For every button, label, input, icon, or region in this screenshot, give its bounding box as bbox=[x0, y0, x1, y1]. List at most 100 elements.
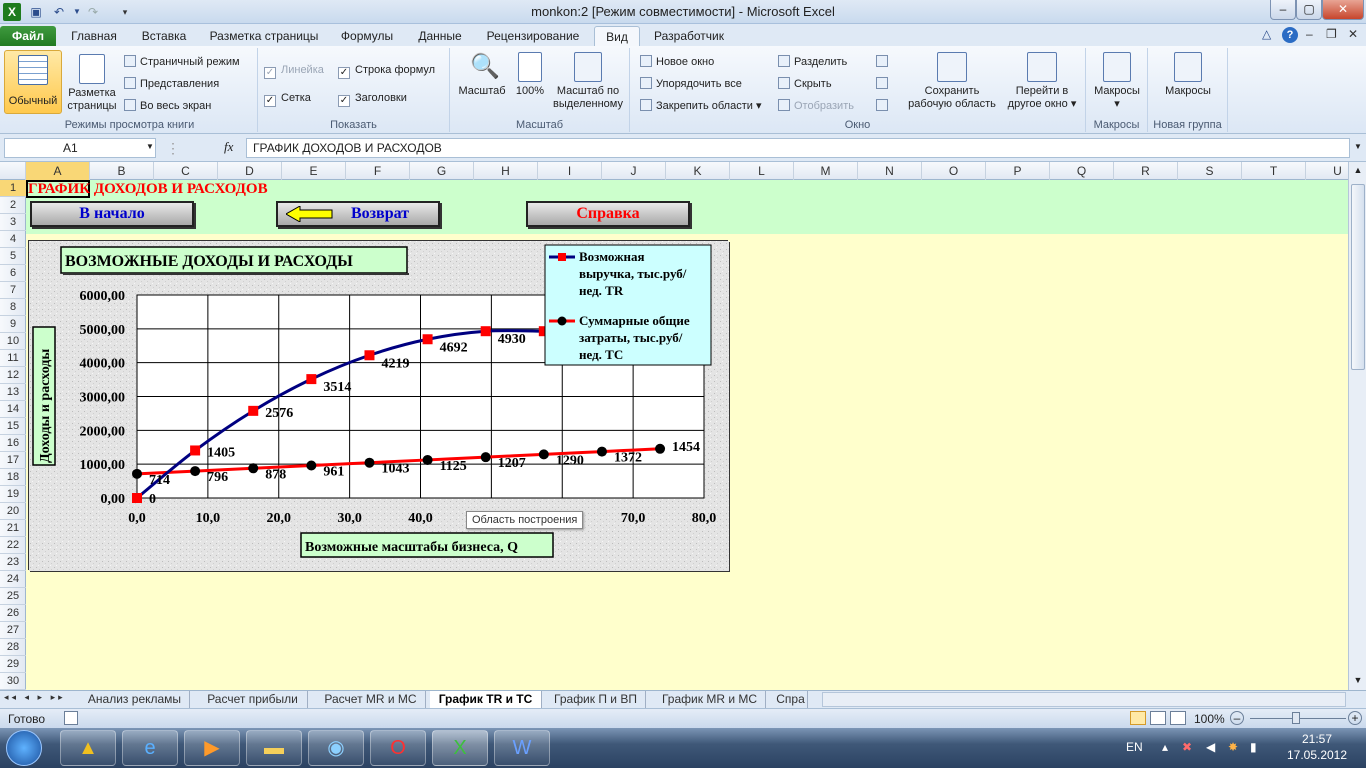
row-header-22[interactable]: 22 bbox=[0, 537, 26, 554]
column-header-G[interactable]: G bbox=[410, 162, 474, 180]
sheet-tab-active[interactable]: График TR и TC bbox=[430, 691, 542, 708]
power-icon[interactable]: ▮ bbox=[1250, 740, 1257, 754]
new-window-button[interactable]: Новое окно bbox=[640, 54, 714, 70]
unhide-button[interactable]: Отобразить bbox=[778, 98, 854, 114]
reset-position-icon[interactable] bbox=[876, 98, 888, 114]
row-header-16[interactable]: 16 bbox=[0, 435, 26, 452]
sync-scroll-icon[interactable] bbox=[876, 76, 888, 92]
tr-point[interactable] bbox=[480, 326, 491, 337]
sheet-tab[interactable]: Расчет прибыли bbox=[198, 691, 308, 708]
tab-page-layout[interactable]: Разметка страницы bbox=[203, 26, 325, 46]
row-header-23[interactable]: 23 bbox=[0, 554, 26, 571]
column-header-L[interactable]: L bbox=[730, 162, 794, 180]
column-header-M[interactable]: M bbox=[794, 162, 858, 180]
row-header-29[interactable]: 29 bbox=[0, 656, 26, 673]
switch-windows-button[interactable]: Перейти в другое окно ▾ bbox=[1002, 52, 1082, 111]
row-header-21[interactable]: 21 bbox=[0, 520, 26, 537]
row-header-8[interactable]: 8 bbox=[0, 299, 26, 316]
tr-point[interactable] bbox=[132, 493, 142, 503]
tc-point[interactable] bbox=[132, 468, 142, 479]
maximize-button[interactable]: ▢ bbox=[1296, 0, 1322, 20]
macro-record-icon[interactable] bbox=[64, 711, 78, 725]
row-header-26[interactable]: 26 bbox=[0, 605, 26, 622]
opera-icon[interactable]: O bbox=[370, 730, 426, 766]
network-icon[interactable]: ✖ bbox=[1182, 740, 1192, 754]
chart-svg[interactable]: 714 796 878 961 1043 1125 1207 1290 1372 1454 0 140… bbox=[29, 241, 729, 571]
avast-icon[interactable]: ▲ bbox=[60, 730, 116, 766]
tab-insert[interactable]: Вставка bbox=[134, 26, 194, 46]
start-button[interactable] bbox=[6, 730, 42, 766]
row-header-17[interactable]: 17 bbox=[0, 452, 26, 469]
fullscreen-button[interactable]: Во весь экран bbox=[124, 98, 211, 114]
scroll-up-icon[interactable]: ▲ bbox=[1350, 162, 1366, 178]
side-by-side-icon[interactable] bbox=[876, 54, 888, 70]
column-header-S[interactable]: S bbox=[1178, 162, 1242, 180]
column-header-T[interactable]: T bbox=[1242, 162, 1306, 180]
tc-point[interactable] bbox=[364, 457, 375, 468]
tc-point[interactable] bbox=[248, 463, 259, 474]
tc-point[interactable] bbox=[480, 452, 491, 463]
zoom-button[interactable]: 🔍 Масштаб bbox=[454, 52, 510, 98]
doc-close-icon[interactable]: ✕ bbox=[1348, 27, 1358, 41]
tray-app-icon[interactable]: ✸ bbox=[1228, 740, 1238, 754]
tc-point[interactable] bbox=[655, 443, 666, 454]
expand-formula-icon[interactable]: ▼ bbox=[1354, 142, 1362, 151]
column-header-Q[interactable]: Q bbox=[1050, 162, 1114, 180]
excel-task-icon[interactable]: X bbox=[432, 730, 488, 766]
column-header-K[interactable]: K bbox=[666, 162, 730, 180]
column-header-R[interactable]: R bbox=[1114, 162, 1178, 180]
zoom-in-icon[interactable]: + bbox=[1348, 711, 1362, 725]
column-header-D[interactable]: D bbox=[218, 162, 282, 180]
row-header-3[interactable]: 3 bbox=[0, 214, 26, 231]
tr-point[interactable] bbox=[422, 334, 433, 345]
zoom-level[interactable]: 100% bbox=[1194, 712, 1225, 726]
row-header-9[interactable]: 9 bbox=[0, 316, 26, 333]
page-break-icon[interactable] bbox=[1170, 711, 1186, 725]
column-header-O[interactable]: O bbox=[922, 162, 986, 180]
tr-point[interactable] bbox=[248, 405, 259, 416]
column-header-N[interactable]: N bbox=[858, 162, 922, 180]
sheet-tab[interactable]: График MR и MC bbox=[654, 691, 766, 708]
custom-views-button[interactable]: Представления bbox=[124, 76, 219, 92]
tc-point[interactable] bbox=[422, 454, 433, 465]
tr-point[interactable] bbox=[306, 374, 317, 385]
tc-point[interactable] bbox=[190, 466, 201, 477]
media-player-icon[interactable]: ▶ bbox=[184, 730, 240, 766]
doc-restore-icon[interactable]: ❐ bbox=[1326, 27, 1337, 41]
column-header-J[interactable]: J bbox=[602, 162, 666, 180]
tr-point[interactable] bbox=[364, 350, 375, 361]
row-header-5[interactable]: 5 bbox=[0, 248, 26, 265]
doc-minimize-icon[interactable]: – bbox=[1306, 27, 1313, 41]
row-header-14[interactable]: 14 bbox=[0, 401, 26, 418]
close-button[interactable]: ✕ bbox=[1322, 0, 1364, 20]
explorer-icon[interactable]: ▬ bbox=[246, 730, 302, 766]
zoom-slider-thumb[interactable] bbox=[1292, 712, 1300, 724]
ie-icon[interactable]: e bbox=[122, 730, 178, 766]
column-header-C[interactable]: C bbox=[154, 162, 218, 180]
row-header-20[interactable]: 20 bbox=[0, 503, 26, 520]
sheet-nav-icons[interactable]: ◂◂ ◂ ▸ ▸▸ bbox=[4, 692, 66, 703]
formula-bar-checkbox[interactable]: ✓ Строка формул bbox=[338, 62, 435, 79]
row-header-25[interactable]: 25 bbox=[0, 588, 26, 605]
tc-point[interactable] bbox=[596, 446, 607, 457]
row-header-13[interactable]: 13 bbox=[0, 384, 26, 401]
tab-formulas[interactable]: Формулы bbox=[332, 26, 402, 46]
row-header-2[interactable]: 2 bbox=[0, 197, 26, 214]
select-all-corner[interactable] bbox=[0, 162, 26, 180]
zoom-selection-button[interactable]: Масштаб по выделенному bbox=[550, 52, 626, 111]
vertical-scrollbar[interactable]: ▲ ▼ bbox=[1348, 162, 1366, 690]
row-header-7[interactable]: 7 bbox=[0, 282, 26, 299]
macros-button[interactable]: Макросы ▾ bbox=[1088, 52, 1146, 111]
macros-2-button[interactable]: Макросы bbox=[1152, 52, 1224, 98]
normal-view-icon[interactable] bbox=[1130, 711, 1146, 725]
row-header-30[interactable]: 30 bbox=[0, 673, 26, 690]
column-header-P[interactable]: P bbox=[986, 162, 1050, 180]
column-header-H[interactable]: H bbox=[474, 162, 538, 180]
freeze-panes-button[interactable]: Закрепить области ▾ bbox=[640, 98, 761, 114]
formula-bar-handle-icon[interactable]: ⋮ bbox=[166, 140, 180, 157]
name-box-dropdown-icon[interactable]: ▼ bbox=[146, 142, 154, 151]
scanner-icon[interactable]: ◉ bbox=[308, 730, 364, 766]
gridlines-checkbox[interactable]: ✓ Сетка bbox=[264, 90, 311, 107]
word-task-icon[interactable]: W bbox=[494, 730, 550, 766]
help-button[interactable]: Справка bbox=[526, 201, 690, 227]
